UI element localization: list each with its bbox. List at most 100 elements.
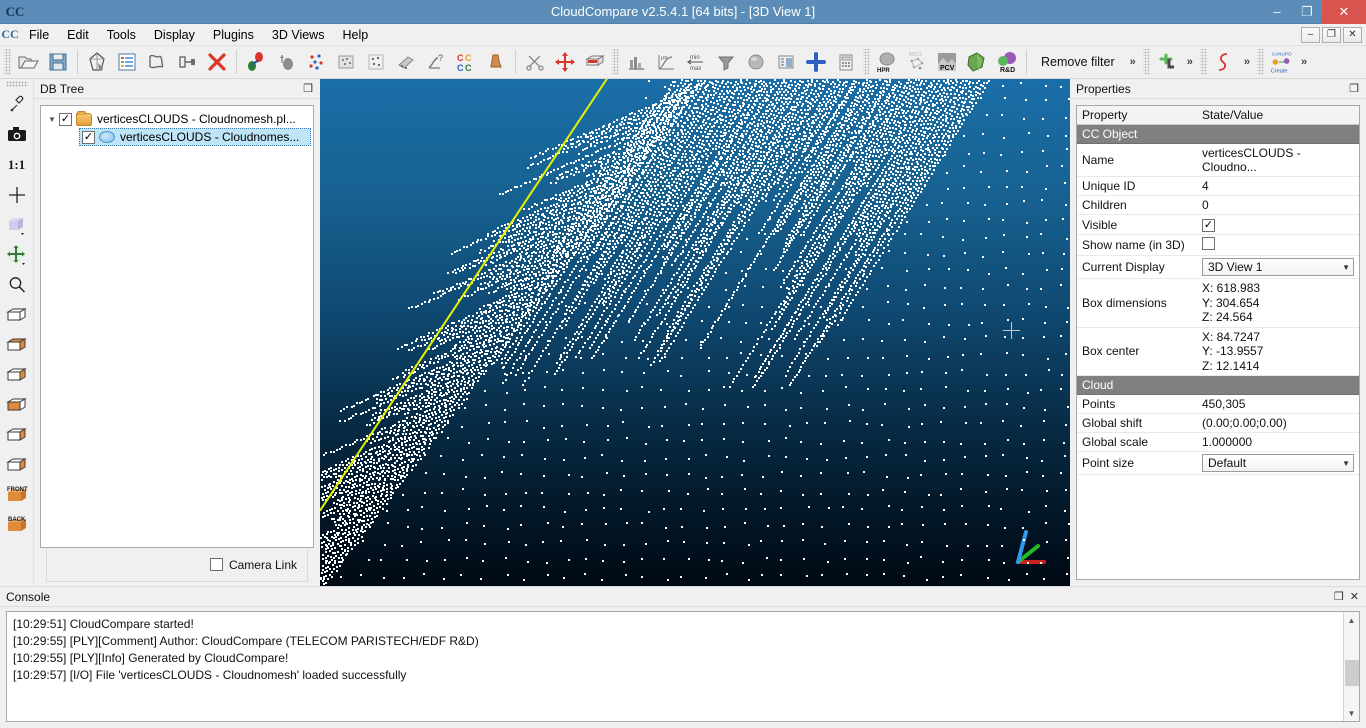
canupo-create-icon[interactable]: CANUPOCreate [1266,47,1296,77]
unknown-stat-icon[interactable]: ? [421,47,451,77]
cloud-point [745,322,747,324]
3d-viewport[interactable]: 2.5 [320,79,1070,586]
menu-3d-views[interactable]: 3D Views [263,25,334,45]
plus-icon[interactable] [801,47,831,77]
cloud-point [700,234,702,236]
cloud-point [664,181,666,183]
sf-arithmetic-icon[interactable] [771,47,801,77]
view-left-icon[interactable] [2,360,32,390]
toolbar-overflow-2[interactable]: » [1182,56,1198,68]
segment-icon[interactable] [142,47,172,77]
open-file-icon[interactable] [13,47,43,77]
poisson-recon-icon[interactable] [962,47,992,77]
register-clouds-icon[interactable] [241,47,271,77]
cloud-point [682,85,684,87]
toolbar-grip[interactable] [612,49,619,75]
cloud-point [661,200,663,202]
cloud-point [733,109,735,111]
camera-link-checkbox[interactable] [210,558,223,571]
mdi-minimize-button[interactable]: – [1301,27,1320,43]
cc-compare-icon[interactable]: CCCC [451,47,481,77]
toolbar-grip[interactable] [1200,49,1207,75]
toolbar-overflow-3[interactable]: » [1239,56,1255,68]
cloud-point [809,221,811,223]
pcv-plugin-icon[interactable]: PCV [932,47,962,77]
tree-node-root-checkbox[interactable]: ✓ [59,113,72,126]
scissors-icon[interactable] [520,47,550,77]
tree-node-root[interactable]: ▼ ✓ verticesCLOUDS - Cloudnomesh.pl... [41,110,313,128]
close-button[interactable]: ✕ [1322,0,1366,24]
remove-filter-button[interactable]: Remove filter [1031,55,1125,69]
cloud-cloud-dist-icon[interactable] [271,47,301,77]
menu-display[interactable]: Display [145,25,204,45]
view-toolbar-grip[interactable] [6,81,28,87]
menu-plugins[interactable]: Plugins [204,25,263,45]
db-tree-float-button[interactable]: ❐ [303,83,313,95]
fit-plane-icon[interactable] [391,47,421,77]
hpr-plugin-icon[interactable]: HPR [872,47,902,77]
cloud-point [775,147,777,149]
sphere-icon[interactable] [741,47,771,77]
expand-arrow-icon[interactable]: ▼ [45,115,59,124]
toolbar-overflow-4[interactable]: » [1296,56,1312,68]
translate-rotate-icon[interactable] [550,47,580,77]
m3c2-plugin-icon[interactable]: M3C2 [902,47,932,77]
toolbar-grip[interactable] [4,49,11,75]
cloud-mesh-dist-icon[interactable] [301,47,331,77]
cloud-point [967,390,969,392]
toggle-properties-icon[interactable] [112,47,142,77]
view-top-icon[interactable] [2,300,32,330]
pick-rotation-center-icon[interactable] [2,90,32,120]
toolbar-grip[interactable] [1143,49,1150,75]
view-right-icon[interactable] [2,390,32,420]
tree-node-cloud-checkbox[interactable]: ✓ [82,131,95,144]
calculator-icon[interactable] [831,47,861,77]
subsample-icon[interactable] [361,47,391,77]
mdi-close-button[interactable]: ✕ [1343,27,1362,43]
toggle-console-icon[interactable] [172,47,202,77]
cloud-point [623,267,625,269]
box-clip-icon[interactable] [580,47,610,77]
histogram-icon[interactable] [621,47,651,77]
cloud-point [796,270,798,272]
view-front-icon[interactable]: FRONT [2,480,32,510]
curve-tool-icon[interactable] [1209,47,1239,77]
toolbar-grip[interactable] [863,49,870,75]
sample-mesh-icon[interactable] [331,47,361,77]
db-tree-list[interactable]: ▼ ✓ verticesCLOUDS - Cloudnomesh.pl... ✓… [40,105,314,548]
toolbar-grip[interactable] [1257,49,1264,75]
min-max-icon[interactable]: minmax [681,47,711,77]
cloud-point [961,505,963,507]
cloud-point [870,151,872,153]
tree-node-cloud[interactable]: ✓ verticesCLOUDS - Cloudnomes... [79,128,311,146]
menu-help[interactable]: Help [333,25,377,45]
view-iso2-icon[interactable] [2,450,32,480]
rd-plugin-icon[interactable]: R&D [992,47,1022,77]
camera-snapshot-icon[interactable] [2,120,32,150]
filter-funnel-icon[interactable] [711,47,741,77]
set-pivot-icon[interactable] [2,180,32,210]
maximize-button[interactable]: ❐ [1292,0,1322,24]
menu-edit[interactable]: Edit [58,25,98,45]
add-plane-icon[interactable] [1152,47,1182,77]
view-iso1-icon[interactable] [2,420,32,450]
cork-icon[interactable] [481,47,511,77]
save-icon[interactable] [43,47,73,77]
mdi-restore-button[interactable]: ❐ [1322,27,1341,43]
menu-tools[interactable]: Tools [98,25,145,45]
delete-icon[interactable] [202,47,232,77]
cloud-point [584,457,586,459]
view-back-icon[interactable]: BACK [2,510,32,540]
object-camera-toggle-icon[interactable] [2,240,32,270]
global-zoom-icon[interactable] [82,47,112,77]
toolbar-overflow-1[interactable]: » [1125,56,1141,68]
view-bottom-icon[interactable] [2,330,32,360]
cloud-point [677,289,679,291]
zoom-1-1-icon[interactable]: 1:1 [2,150,32,180]
cloud-point [561,301,563,303]
zoom-icon[interactable] [2,270,32,300]
minimize-button[interactable]: – [1262,0,1292,24]
gaussian-filter-icon[interactable]: μσ [651,47,681,77]
menu-file[interactable]: File [20,25,58,45]
default-view-icon[interactable] [2,210,32,240]
